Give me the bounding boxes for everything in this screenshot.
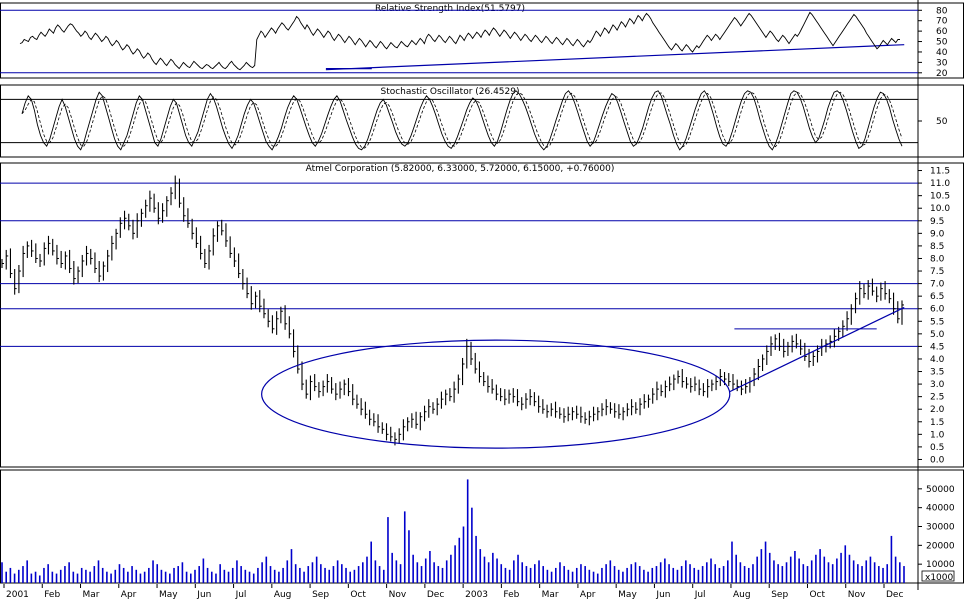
panel-frame-rsi [0, 2, 964, 79]
rsi-tick-label: 50 [936, 38, 948, 48]
rsi-tick-label: 30 [936, 58, 948, 68]
price-tick-label: 7.0 [930, 280, 945, 290]
x-tick-label: Sep [771, 590, 788, 599]
price-tick-label: 5.5 [930, 317, 944, 327]
price-panel: Atmel Corporation (5.82000, 6.33000, 5.7… [0, 164, 950, 465]
price-tick-label: 3.5 [930, 368, 944, 378]
rsi-panel: Relative Strength Index(51.5797) 2030405… [0, 4, 948, 79]
x-tick-label: Apr [580, 590, 596, 599]
x-tick-label: Jul [694, 590, 706, 599]
price-tick-label: 4.0 [930, 355, 945, 365]
price-tick-label: 4.5 [930, 342, 944, 352]
x-tick-label: Mar [542, 590, 559, 599]
rsi-tick-label: 70 [936, 17, 948, 27]
stochastic-reference-lines [0, 98, 918, 144]
x-axis: 2001 Feb Mar Apr May Jun Jul Aug Sep Oct Nov Dec 200… [3, 584, 903, 599]
price-tick-label: 5.0 [930, 330, 945, 340]
panel-frame-vol [0, 469, 964, 584]
price-tick-label: 6.5 [930, 292, 944, 302]
volume-tick-label: 30000 [926, 523, 955, 533]
price-tick-label: 8.5 [930, 242, 944, 252]
x-tick-label: Aug [733, 590, 751, 599]
price-tick-label: 1.5 [930, 418, 944, 428]
panel-frame-price [0, 162, 964, 468]
stock-chart: Relative Strength Index(51.5797) 2030405… [0, 0, 964, 599]
price-annotations [261, 306, 905, 449]
price-tick-label: 10.0 [930, 204, 950, 214]
x-tick-label: Jun [655, 590, 670, 599]
price-tick-label: 2.5 [930, 393, 944, 403]
price-trendline [729, 306, 905, 393]
price-title: Atmel Corporation (5.82000, 6.33000, 5.7… [306, 164, 615, 174]
price-tick-label: 0.0 [930, 455, 945, 465]
rsi-tick-label: 60 [936, 27, 948, 37]
volume-tick-label: 50000 [926, 485, 955, 495]
rsi-tick-label: 80 [936, 6, 948, 16]
rsi-trendline [325, 44, 905, 71]
x-tick-label: Sep [312, 590, 329, 599]
price-tick-label: 1.0 [930, 430, 945, 440]
price-tick-label: 3.0 [930, 380, 945, 390]
price-tick-label: 9.5 [930, 217, 944, 227]
price-tick-label: 11.5 [930, 167, 950, 177]
x-tick-label: Mar [83, 590, 100, 599]
stochastic-panel: Stochastic Oscillator (26.4529) 50 [0, 87, 948, 151]
x-tick-label: Dec [427, 590, 444, 599]
volume-panel: 10000 20000 30000 40000 50000 x1000 [1, 479, 955, 583]
volume-unit-label: x1000 [925, 573, 954, 583]
x-tick-label: Oct [809, 590, 825, 599]
price-tick-label: 10.5 [930, 192, 950, 202]
volume-tick-label: 20000 [926, 541, 955, 551]
x-tick-label: Jul [235, 590, 247, 599]
rsi-series [19, 11, 900, 71]
x-tick-label: Dec [886, 590, 903, 599]
volume-axis-ticks: 10000 20000 30000 40000 50000 [918, 485, 955, 570]
price-tick-label: 9.0 [930, 229, 945, 239]
price-tick-label: 6.0 [930, 305, 945, 315]
volume-tick-label: 10000 [926, 560, 955, 570]
price-tick-label: 2.0 [930, 405, 945, 415]
rsi-tick-label: 40 [936, 48, 948, 58]
stochastic-axis-ticks: 50 [918, 117, 948, 127]
x-tick-label: Jun [196, 590, 211, 599]
price-tick-label: 11.0 [930, 179, 950, 189]
price-reference-lines [0, 182, 918, 347]
rsi-title: Relative Strength Index(51.5797) [375, 4, 525, 14]
x-tick-label: Apr [121, 590, 137, 599]
x-tick-label: Aug [274, 590, 292, 599]
stochastic-tick-label: 50 [936, 117, 948, 127]
rsi-line [19, 11, 900, 71]
x-tick-label: Feb [503, 590, 519, 599]
volume-tick-label: 40000 [926, 504, 955, 514]
stochastic-title: Stochastic Oscillator (26.4529) [380, 87, 519, 97]
x-tick-label: May [618, 590, 637, 599]
price-axis-ticks: 0.0 0.5 1.0 1.5 2.0 2.5 3.0 3.5 4.0 4.5 5.0 5.5 6.0 6… [918, 167, 950, 465]
x-tick-label: 2003 [465, 590, 488, 599]
price-base-ellipse [261, 339, 731, 449]
x-tick-label: Nov [389, 590, 407, 599]
x-tick-label: 2001 [6, 590, 29, 599]
price-tick-label: 7.5 [930, 267, 944, 277]
x-tick-label: Oct [350, 590, 366, 599]
rsi-tick-label: 20 [936, 69, 948, 79]
rsi-axis-ticks: 20304050607080 [918, 6, 948, 79]
x-tick-label: Nov [848, 590, 866, 599]
price-tick-label: 8.0 [930, 254, 945, 264]
price-series [1, 175, 904, 446]
price-tick-label: 0.5 [930, 443, 944, 453]
rsi-reference-lines [0, 9, 918, 74]
x-tick-label: Feb [44, 590, 60, 599]
x-tick-label: May [159, 590, 178, 599]
volume-bars [1, 479, 905, 583]
